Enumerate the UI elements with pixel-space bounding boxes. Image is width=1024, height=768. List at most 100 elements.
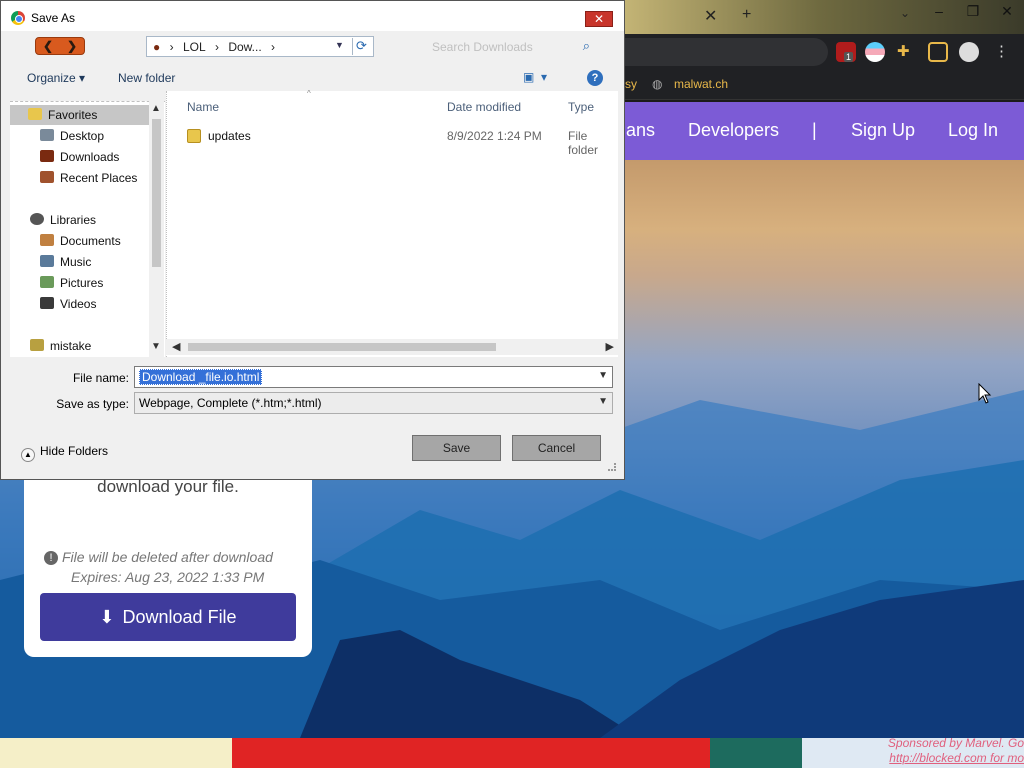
column-header-date[interactable]: Date modified [447, 100, 521, 114]
desktop-icon [40, 129, 54, 141]
user-folder-icon [30, 339, 44, 351]
history-nav-buttons: ❮ ❯ [35, 37, 85, 55]
save-as-dialog: Save As ✕ ❮ ❯ ● › LOL › Dow... › ▼ ⟳ Sea… [0, 0, 625, 480]
nav-link-plans[interactable]: ans [626, 120, 655, 141]
mouse-cursor-icon [978, 383, 992, 404]
restore-icon[interactable]: ❐ [956, 0, 990, 22]
nav-videos[interactable]: Videos [40, 294, 96, 314]
nav-favorites[interactable]: Favorites [10, 105, 150, 125]
warning-line-1: File will be deleted after download [62, 549, 273, 565]
card-text: download your file. [97, 477, 239, 496]
nav-pictures[interactable]: Pictures [40, 273, 103, 293]
extension-badge: 1 [844, 52, 854, 62]
browser-menu-icon[interactable]: ⋮ [994, 42, 1014, 62]
dialog-titlebar[interactable]: Save As ✕ [1, 1, 624, 31]
nav-link-signup[interactable]: Sign Up [851, 120, 915, 141]
nav-favorites-label: Favorites [48, 108, 98, 122]
sponsor-text[interactable]: Sponsored by Marvel. Go http://blocked.c… [848, 736, 1024, 766]
forward-arrow-icon[interactable]: ❯ [60, 38, 84, 54]
account-avatar-icon[interactable] [959, 42, 979, 62]
nav-libraries[interactable]: Libraries [30, 210, 96, 230]
bookmark-item-malwatch[interactable]: malwat.ch [674, 77, 728, 91]
profile-flag-icon[interactable] [865, 42, 885, 62]
scroll-right-icon[interactable]: ▶ [606, 340, 614, 353]
nav-music[interactable]: Music [40, 252, 91, 272]
extensions-puzzle-icon[interactable]: ✚ [897, 42, 917, 62]
download-file-button[interactable]: ⬇ Download File [40, 593, 296, 641]
card-warning: ! File will be deleted after download Exp… [44, 547, 314, 587]
breadcrumb: ● › LOL › Dow... › [153, 40, 281, 54]
nav-downloads-label: Downloads [60, 150, 120, 164]
window-close-icon[interactable]: ✕ [990, 0, 1024, 22]
sponsor-line-2: http://blocked.com for mo [889, 751, 1024, 765]
scrollbar-thumb[interactable] [152, 119, 161, 267]
address-dropdown-icon[interactable]: ▼ [335, 40, 344, 50]
nav-desktop-label: Desktop [60, 129, 105, 143]
breadcrumb-separator: › [169, 40, 174, 54]
file-list: ^ Name Date modified Type updates 8/9/20… [166, 89, 618, 357]
change-view-icon[interactable]: ▣ ▾ [523, 70, 547, 84]
dialog-close-button[interactable]: ✕ [585, 11, 613, 27]
file-name-field[interactable]: Download _file.io.html ▼ [134, 366, 613, 388]
nav-pane-scrollbar[interactable]: ▲ ▼ [149, 101, 164, 357]
file-row[interactable]: updates 8/9/2022 1:24 PM File folder [187, 127, 617, 157]
save-type-value: Webpage, Complete (*.htm;*.html) [139, 396, 322, 410]
download-card: download your file. ! File will be delete… [24, 460, 312, 657]
organize-menu-button[interactable]: Organize ▾ [27, 71, 85, 85]
videos-icon [40, 297, 54, 309]
resize-grip-icon[interactable] [608, 463, 616, 471]
hide-folders-button[interactable]: ▲ Hide Folders [21, 444, 108, 462]
tab-close-icon[interactable]: ✕ [704, 6, 717, 26]
scroll-left-icon[interactable]: ◀ [172, 340, 180, 353]
nav-downloads[interactable]: Downloads [40, 147, 119, 167]
cancel-button[interactable]: Cancel [512, 435, 601, 461]
nav-link-login[interactable]: Log In [948, 120, 998, 141]
bug-folder-icon: ● [153, 40, 161, 54]
refresh-icon[interactable]: ⟳ [352, 38, 370, 55]
nav-desktop[interactable]: Desktop [40, 126, 104, 146]
bookmark-item[interactable]: sy [625, 77, 637, 91]
folder-address-bar[interactable]: ● › LOL › Dow... › ▼ ⟳ [146, 36, 374, 57]
tab-search-icon[interactable]: ⌄ [900, 6, 910, 20]
breadcrumb-separator: › [271, 40, 276, 54]
save-type-label: Save as type: [56, 397, 129, 411]
chevron-down-icon[interactable]: ▼ [598, 370, 608, 381]
new-folder-button[interactable]: New folder [118, 71, 175, 85]
search-icon[interactable]: ⌕ [583, 38, 590, 54]
column-header-name[interactable]: Name [187, 100, 219, 114]
chevron-down-icon[interactable]: ▼ [598, 396, 608, 407]
sponsor-line-1: Sponsored by Marvel. Go [887, 736, 1024, 750]
horizontal-scrollbar-thumb[interactable] [188, 343, 496, 351]
scroll-down-icon[interactable]: ▼ [151, 341, 161, 352]
nav-music-label: Music [60, 255, 92, 269]
nav-mistake[interactable]: mistake [30, 336, 91, 356]
sort-indicator-icon: ^ [307, 89, 311, 98]
file-list-horizontal-scrollbar[interactable]: ◀ ▶ [166, 339, 618, 355]
search-downloads-input[interactable]: Search Downloads ⌕ [425, 36, 600, 57]
column-header-type[interactable]: Type [568, 100, 594, 114]
breadcrumb-lol[interactable]: LOL [183, 40, 206, 54]
chrome-logo-icon [11, 11, 25, 25]
scroll-up-icon[interactable]: ▲ [151, 103, 161, 114]
new-tab-icon[interactable]: + [742, 6, 751, 24]
window-controls: – ❐ ✕ [922, 0, 1024, 22]
nav-link-developers[interactable]: Developers [688, 120, 779, 141]
side-panel-icon[interactable] [928, 42, 948, 62]
hide-folders-label: Hide Folders [40, 444, 109, 458]
back-arrow-icon[interactable]: ❮ [36, 38, 60, 54]
nav-recent-places[interactable]: Recent Places [40, 168, 137, 188]
help-icon[interactable]: ? [587, 70, 603, 86]
save-button[interactable]: Save [412, 435, 501, 461]
nav-divider: | [812, 120, 817, 140]
breadcrumb-downloads[interactable]: Dow... [228, 40, 261, 54]
nav-documents[interactable]: Documents [40, 231, 121, 251]
chevron-up-icon: ▲ [21, 448, 35, 462]
file-date: 8/9/2022 1:24 PM [447, 129, 542, 143]
nav-documents-label: Documents [60, 234, 121, 248]
ublock-extension-icon[interactable]: 1 [836, 42, 856, 62]
globe-icon: ◍ [652, 77, 663, 91]
file-name-value[interactable]: Download _file.io.html [139, 369, 263, 385]
minimize-icon[interactable]: – [922, 0, 956, 22]
documents-icon [40, 234, 54, 246]
save-as-type-select[interactable]: Webpage, Complete (*.htm;*.html) ▼ [134, 392, 613, 414]
